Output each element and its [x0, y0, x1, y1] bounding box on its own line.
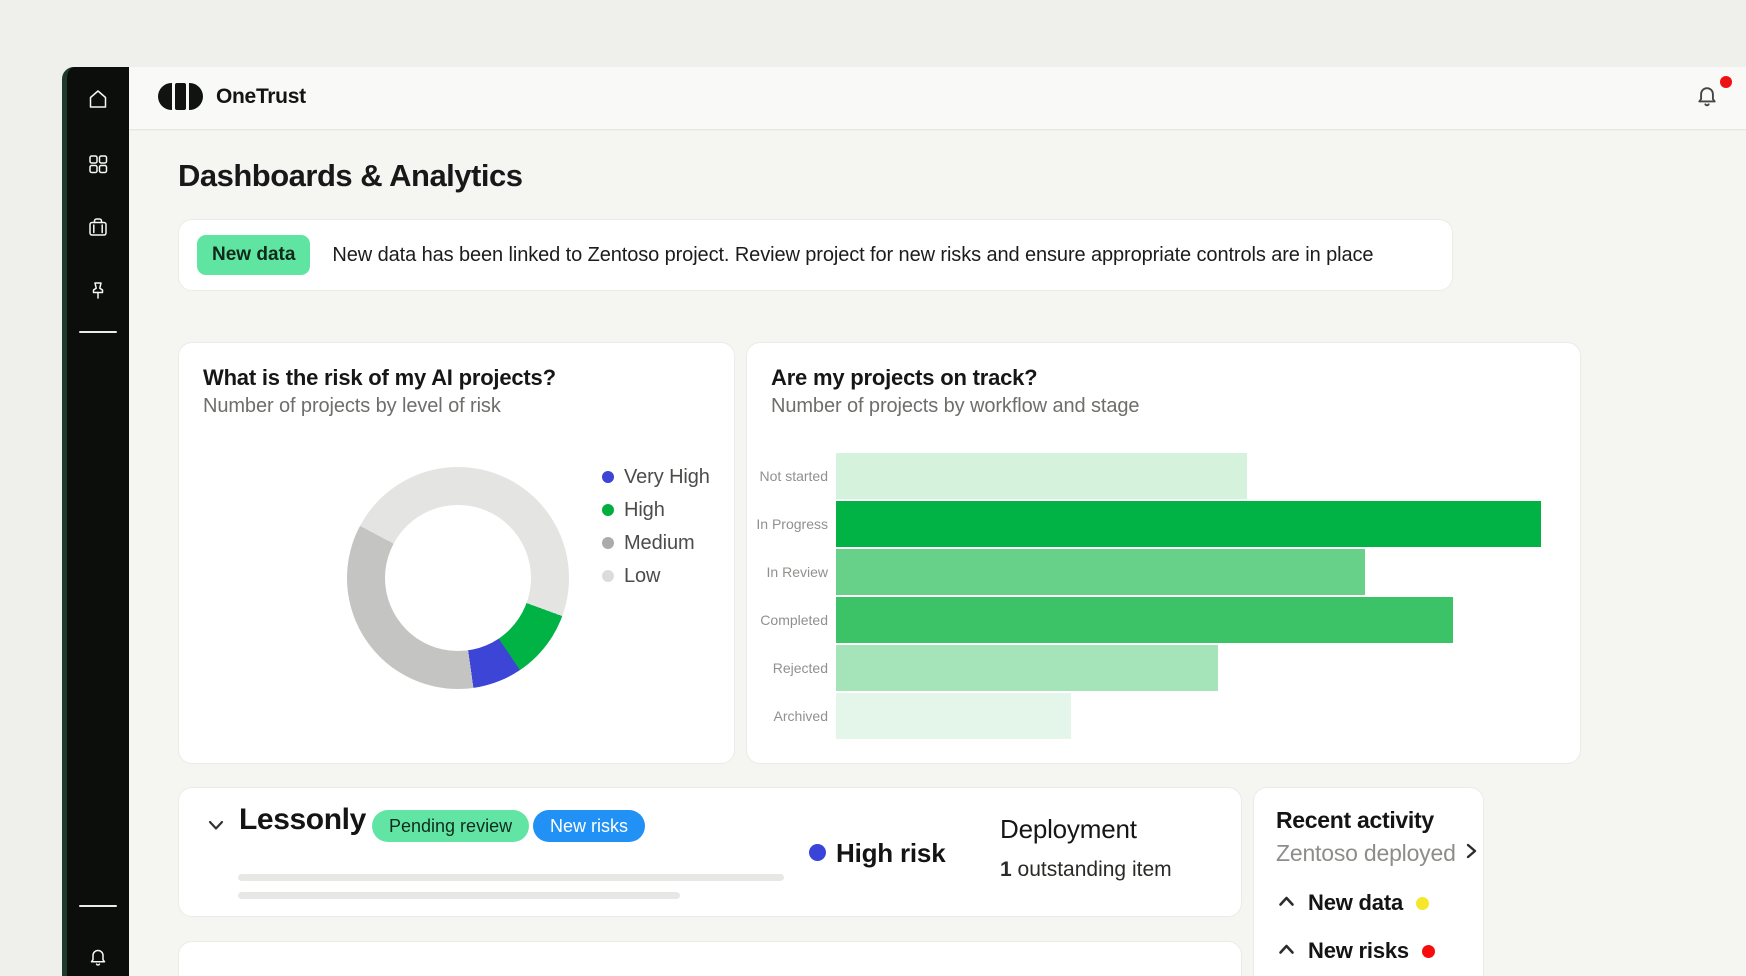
risk-chart-title: What is the risk of my AI projects?: [203, 365, 556, 391]
donut-chart[interactable]: [347, 467, 569, 689]
legend-dot-medium: [602, 537, 614, 549]
activity-subtitle: Zentoso deployed: [1276, 840, 1456, 867]
bar-row: Rejected: [747, 645, 1556, 691]
sidebar-item-home[interactable]: [86, 89, 110, 113]
recent-activity-card: Recent activity Zentoso deployed New dat…: [1253, 787, 1484, 976]
status-badge-pending-review: Pending review: [372, 810, 529, 842]
project-row-card: Lessonly Pending review New risks High r…: [178, 787, 1242, 917]
activity-item-new-data[interactable]: New data: [1278, 890, 1429, 916]
legend-item: Medium: [602, 533, 710, 553]
bar-archived[interactable]: [836, 693, 1071, 739]
project-progress-line: [238, 892, 680, 899]
bar-label: In Review: [767, 564, 828, 580]
bar-in-progress[interactable]: [836, 501, 1541, 547]
chevron-right-icon: [1464, 842, 1478, 865]
bar-row: Not started: [747, 453, 1556, 499]
outstanding-count: 1: [1000, 858, 1012, 881]
bar-row: In Progress: [747, 501, 1556, 547]
briefcase-icon: [87, 216, 109, 243]
notification-banner: New data New data has been linked to Zen…: [178, 219, 1453, 291]
banner-message: New data has been linked to Zentoso proj…: [332, 244, 1373, 267]
top-header: OneTrust: [129, 67, 1746, 130]
brand-name: OneTrust: [216, 85, 306, 109]
sidebar-item-projects[interactable]: [86, 217, 110, 241]
home-icon: [87, 88, 109, 115]
apps-grid-icon: [87, 153, 109, 180]
bar-label: Completed: [760, 612, 828, 628]
sidebar-item-apps[interactable]: [86, 154, 110, 178]
risk-chart-card: What is the risk of my AI projects? Numb…: [178, 342, 735, 764]
donut-legend: Very High High Medium Low: [602, 467, 710, 599]
legend-dot-high: [602, 504, 614, 516]
main-content: Dashboards & Analytics New data New data…: [129, 131, 1746, 976]
bar-completed[interactable]: [836, 597, 1453, 643]
bar-row: Completed: [747, 597, 1556, 643]
app-canvas: OneTrust Dashboards & Analytics New data…: [0, 0, 1746, 976]
bell-icon: [87, 947, 109, 974]
track-chart-subtitle: Number of projects by workflow and stage: [771, 395, 1139, 418]
page-title: Dashboards & Analytics: [178, 158, 522, 194]
status-badge-new-risks: New risks: [533, 810, 645, 842]
bar-label: Archived: [774, 708, 828, 724]
project-progress-line: [238, 874, 784, 881]
bar-row: Archived: [747, 693, 1556, 739]
legend-label: Low: [624, 565, 660, 588]
legend-item: Very High: [602, 467, 710, 487]
risk-level-dot: [809, 844, 826, 861]
track-chart-title: Are my projects on track?: [771, 365, 1037, 391]
bar-in-review[interactable]: [836, 549, 1365, 595]
legend-item: Low: [602, 566, 710, 586]
bar-rejected[interactable]: [836, 645, 1218, 691]
chevron-up-icon: [1278, 894, 1295, 912]
banner-badge: New data: [197, 235, 310, 275]
sidebar-divider-top: [79, 331, 117, 333]
chevron-down-icon: [205, 823, 227, 840]
bar-label: Not started: [760, 468, 828, 484]
outstanding-items: 1 outstanding item: [1000, 858, 1172, 882]
bar-label: In Progress: [756, 516, 828, 532]
pin-icon: [87, 280, 109, 307]
legend-dot-very-high: [602, 471, 614, 483]
project-name[interactable]: Lessonly: [239, 803, 366, 837]
activity-item-label: New data: [1308, 890, 1403, 916]
risk-chart-subtitle: Number of projects by level of risk: [203, 395, 501, 418]
activity-item-label: New risks: [1308, 938, 1409, 964]
bar-label: Rejected: [773, 660, 828, 676]
notifications-button[interactable]: [1694, 84, 1720, 110]
legend-label: Medium: [624, 532, 695, 555]
legend-dot-low: [602, 570, 614, 582]
activity-link-zentoso-deployed[interactable]: Zentoso deployed: [1276, 840, 1478, 867]
legend-label: High: [624, 499, 665, 522]
chevron-up-icon: [1278, 942, 1295, 960]
track-chart-card: Are my projects on track? Number of proj…: [746, 342, 1581, 764]
legend-label: Very High: [624, 466, 710, 489]
project-stage: Deployment: [1000, 814, 1137, 845]
outstanding-text: outstanding item: [1012, 858, 1172, 881]
activity-item-new-risks[interactable]: New risks: [1278, 938, 1435, 964]
risk-level-label: High risk: [836, 838, 945, 869]
sidebar-item-pinned[interactable]: [86, 281, 110, 305]
bell-icon: [1694, 97, 1720, 114]
next-project-card: [178, 941, 1242, 976]
activity-dot-yellow: [1416, 897, 1429, 910]
recent-activity-title: Recent activity: [1276, 807, 1434, 834]
onetrust-logo-icon: [158, 83, 203, 110]
sidebar-divider-bottom: [79, 905, 117, 907]
sidebar-item-notifications[interactable]: [86, 948, 110, 972]
activity-dot-red: [1422, 945, 1435, 958]
bar-row: In Review: [747, 549, 1556, 595]
bar-not-started[interactable]: [836, 453, 1247, 499]
expand-project-button[interactable]: [205, 814, 227, 836]
legend-item: High: [602, 500, 710, 520]
sidebar: [62, 67, 129, 976]
brand-logo[interactable]: OneTrust: [158, 83, 306, 110]
notification-dot: [1720, 76, 1732, 88]
